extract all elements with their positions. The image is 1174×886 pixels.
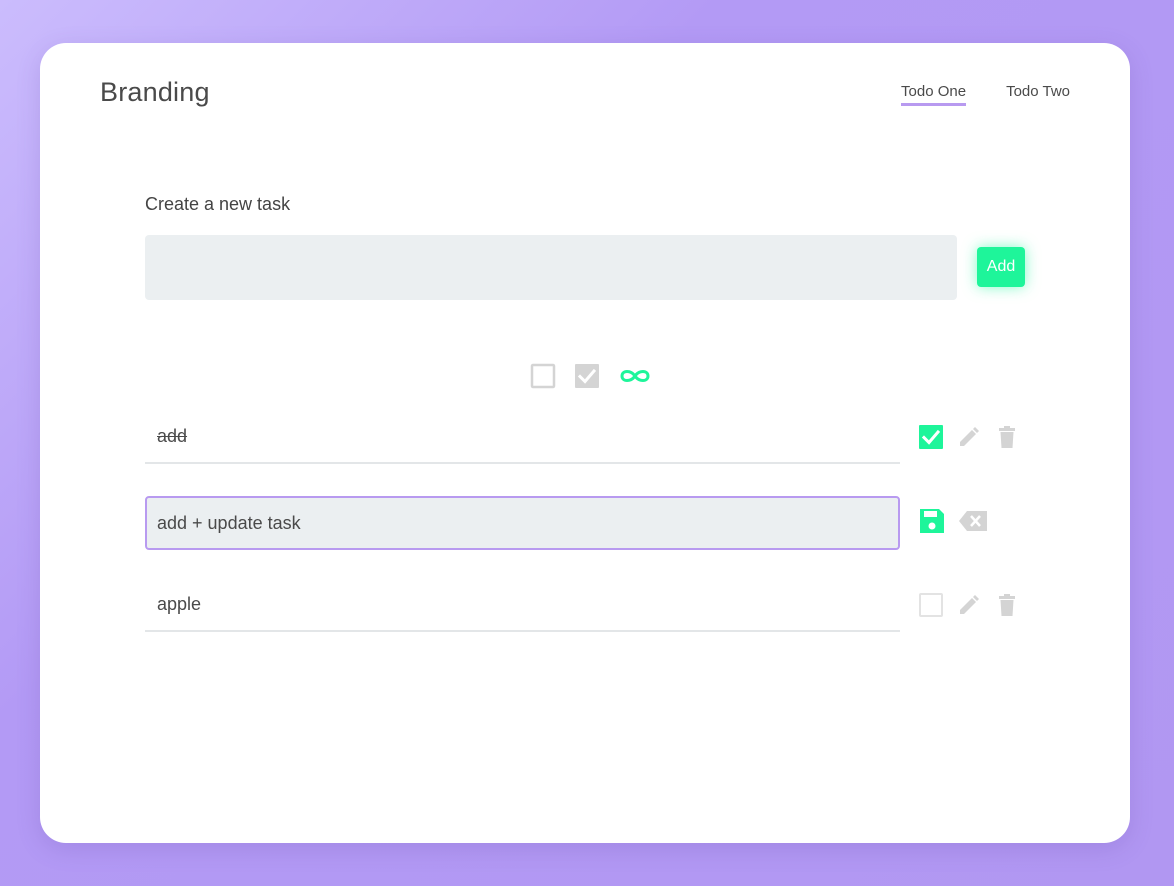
- pencil-icon: [960, 595, 979, 614]
- task-edit-input[interactable]: [145, 496, 900, 550]
- task-row: add: [145, 412, 1025, 466]
- trash-icon: [999, 426, 1015, 448]
- nav-link-todo-one[interactable]: Todo One: [901, 83, 967, 106]
- task-complete-checkbox[interactable]: [918, 424, 944, 450]
- checkbox-checked-icon: [575, 364, 599, 388]
- pencil-icon: [960, 427, 979, 446]
- task-text: add: [145, 412, 900, 464]
- add-task-button[interactable]: Add: [977, 247, 1025, 287]
- task-delete-button[interactable]: [994, 592, 1020, 618]
- checkbox-empty-icon: [530, 363, 556, 389]
- new-task-label: Create a new task: [145, 194, 291, 214]
- infinity-icon: [620, 370, 650, 382]
- task-actions: [918, 592, 1020, 618]
- task-row: apple: [145, 580, 1025, 634]
- filter-bar: [530, 363, 652, 389]
- filter-infinite-button[interactable]: [618, 363, 652, 389]
- task-delete-button[interactable]: [994, 424, 1020, 450]
- task-edit-button[interactable]: [956, 592, 982, 618]
- todo-card: Branding Todo One Todo Two Create a new …: [40, 43, 1130, 843]
- save-icon: [920, 509, 944, 533]
- filter-completed-button[interactable]: [574, 363, 600, 389]
- task-edit-actions: [918, 508, 988, 534]
- new-task-input[interactable]: [145, 235, 957, 300]
- task-actions: [918, 424, 1020, 450]
- task-save-button[interactable]: [918, 508, 946, 534]
- trash-icon: [999, 594, 1015, 616]
- top-nav: Todo One Todo Two: [901, 83, 1070, 106]
- task-cancel-button[interactable]: [958, 508, 988, 534]
- task-text: apple: [145, 580, 900, 632]
- backspace-icon: [959, 511, 987, 531]
- task-edit-button[interactable]: [956, 424, 982, 450]
- task-row-editing: [145, 496, 1025, 550]
- checkbox-empty-icon: [919, 593, 943, 617]
- filter-all-button[interactable]: [530, 363, 556, 389]
- nav-link-todo-two[interactable]: Todo Two: [1006, 83, 1070, 106]
- brand-title: Branding: [100, 77, 210, 107]
- task-complete-checkbox[interactable]: [918, 592, 944, 618]
- checkbox-checked-icon: [919, 425, 943, 449]
